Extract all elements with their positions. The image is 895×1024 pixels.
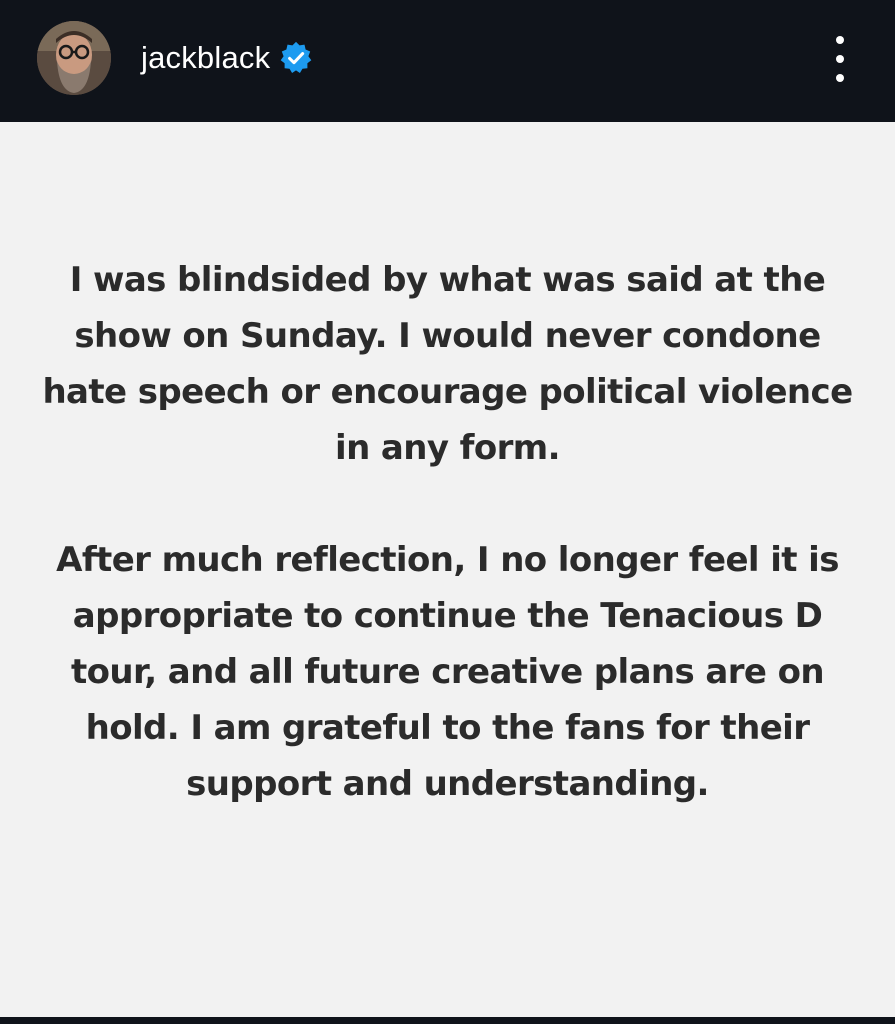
profile-avatar[interactable] <box>37 21 111 95</box>
verified-badge-icon <box>280 41 312 73</box>
dot-icon <box>836 74 844 82</box>
username-row: jackblack <box>141 36 313 80</box>
post-header: jackblack <box>0 0 895 122</box>
username[interactable]: jackblack <box>141 40 270 76</box>
bottom-divider <box>0 1017 895 1024</box>
avatar-image <box>37 21 111 95</box>
post-image-card: I was blindsided by what was said at the… <box>0 122 895 1017</box>
dot-icon <box>836 55 844 63</box>
dot-icon <box>836 36 844 44</box>
statement-paragraph-1: I was blindsided by what was said at the… <box>42 260 853 468</box>
more-options-icon[interactable] <box>826 36 854 82</box>
statement-paragraph-2: After much reflection, I no longer feel … <box>56 540 839 804</box>
statement-text: I was blindsided by what was said at the… <box>40 252 855 812</box>
